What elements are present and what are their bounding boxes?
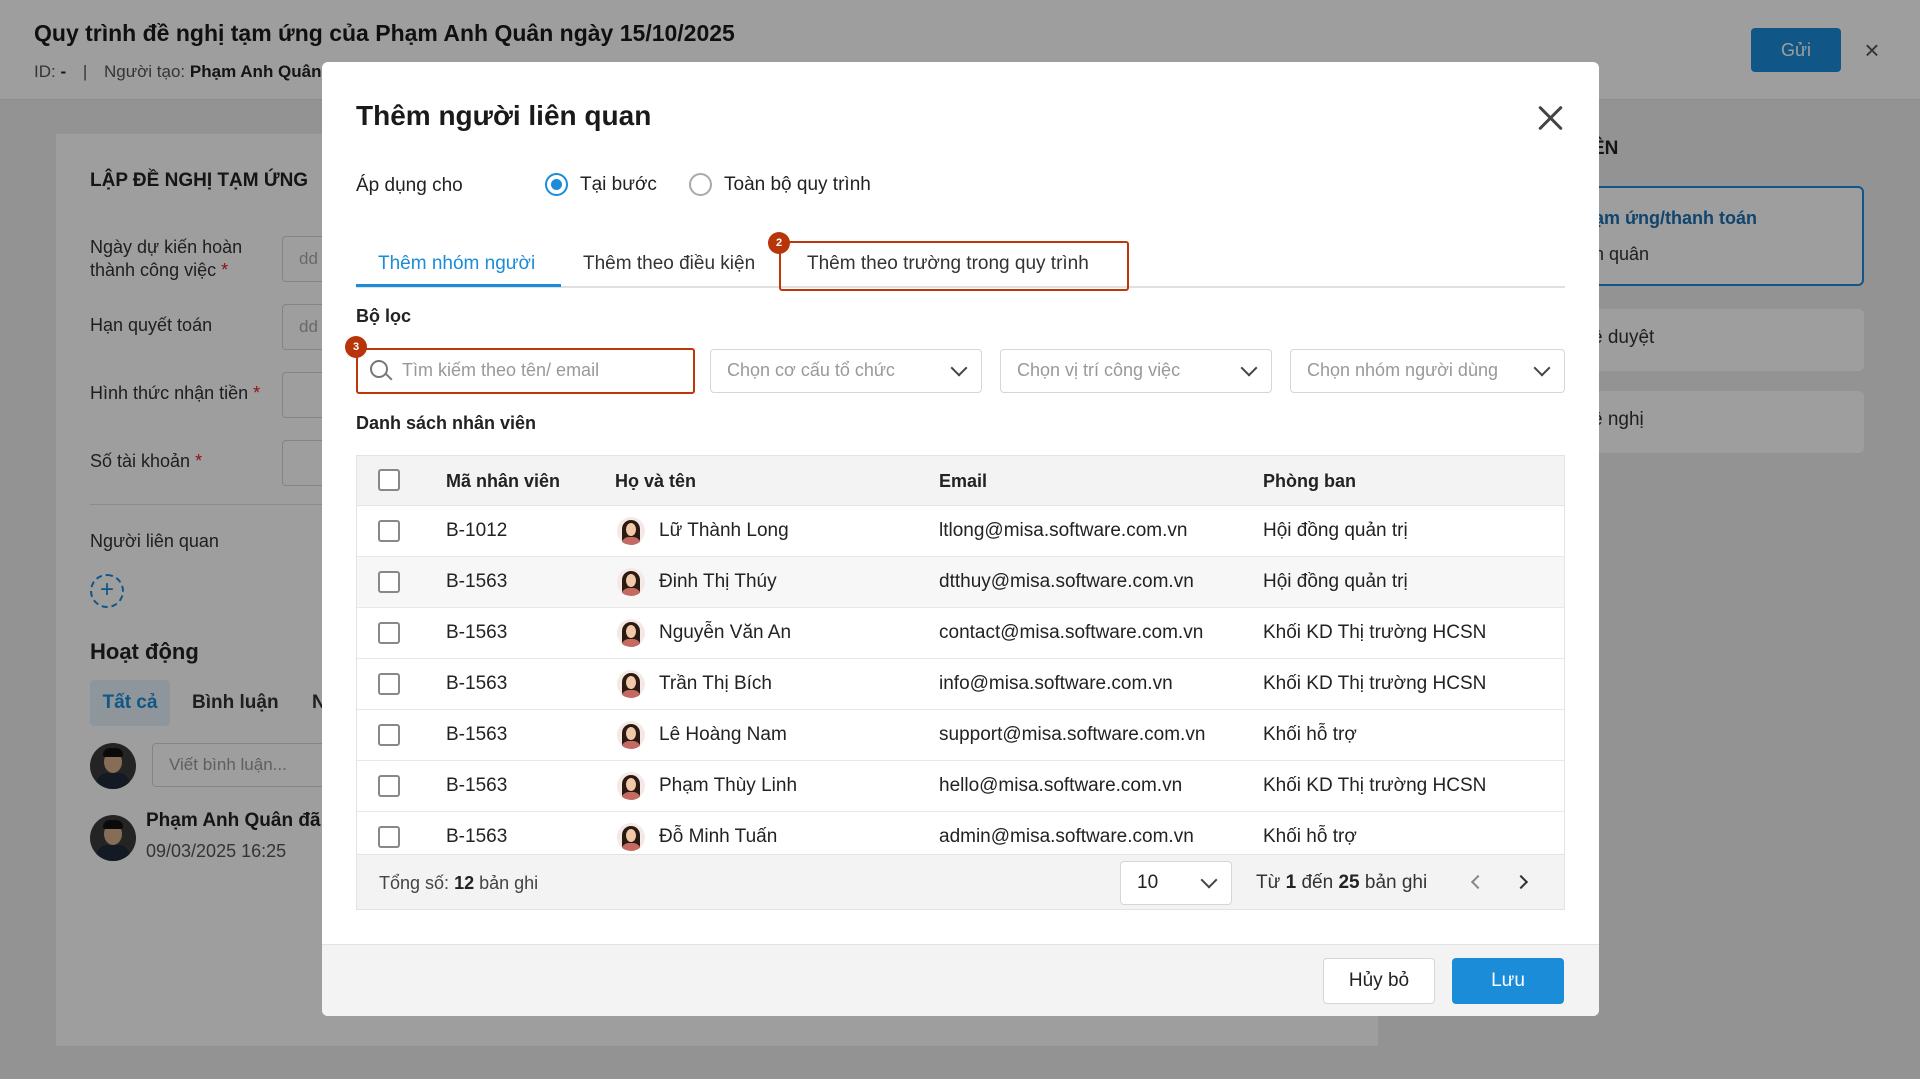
column-header-code: Mã nhân viên <box>446 471 561 491</box>
radio-whole-process[interactable]: Toàn bộ quy trình <box>689 173 871 196</box>
org-structure-select[interactable]: Chọn cơ cấu tổ chức <box>710 349 982 393</box>
page-size-select[interactable]: 10 <box>1120 861 1232 905</box>
record-range: Từ 1 đến 25 bản ghi <box>1256 872 1428 893</box>
user-group-select[interactable]: Chọn nhóm người dùng <box>1290 349 1565 393</box>
chevron-down-icon <box>1533 359 1551 377</box>
cell-department: Khối KD Thị trường HCSN <box>1263 775 1487 796</box>
add-related-people-modal: Thêm người liên quan Áp dụng cho Tại bướ… <box>322 62 1599 1016</box>
avatar <box>617 670 645 698</box>
table-row[interactable]: B-1563 Trần Thị Bích info@misa.software.… <box>357 659 1564 710</box>
cell-code: B-1563 <box>446 775 508 796</box>
cell-name: Phạm Thùy Linh <box>659 775 798 796</box>
tab-add-group[interactable]: Thêm nhóm người <box>378 242 535 286</box>
cell-email: dtthuy@misa.software.com.vn <box>939 571 1194 592</box>
cell-code: B-1563 <box>446 724 508 745</box>
search-input[interactable]: Tìm kiếm theo tên/ email <box>356 348 695 394</box>
save-button[interactable]: Lưu <box>1452 958 1564 1004</box>
table-row[interactable]: B-1563 Lê Hoàng Nam support@misa.softwar… <box>357 710 1564 761</box>
cell-department: Hội đồng quản trị <box>1263 571 1408 592</box>
table-footer: Tổng số: 12 bản ghi 10 Từ 1 đến 25 bản g… <box>357 854 1564 909</box>
cell-email: ltlong@misa.software.com.vn <box>939 520 1188 541</box>
row-checkbox[interactable] <box>378 520 400 542</box>
avatar <box>617 568 645 596</box>
employee-list-label: Danh sách nhân viên <box>356 413 537 433</box>
cell-name: Lữ Thành Long <box>659 520 789 541</box>
avatar <box>617 823 645 851</box>
total-records: Tổng số: 12 bản ghi <box>379 873 539 893</box>
row-checkbox[interactable] <box>378 724 400 746</box>
employee-table: Mã nhân viên Họ và tên Email Phòng ban B… <box>356 455 1565 910</box>
cell-department: Khối KD Thị trường HCSN <box>1263 622 1487 643</box>
cell-code: B-1563 <box>446 571 508 592</box>
table-row[interactable]: B-1563 Nguyễn Văn An contact@misa.softwa… <box>357 608 1564 659</box>
table-row[interactable]: B-1563 Phạm Thùy Linh hello@misa.softwar… <box>357 761 1564 812</box>
table-row[interactable]: B-1012 Lữ Thành Long ltlong@misa.softwar… <box>357 506 1564 557</box>
active-tab-indicator <box>356 284 561 287</box>
close-icon[interactable] <box>1532 100 1568 136</box>
cell-code: B-1563 <box>446 622 508 643</box>
cell-department: Hội đồng quản trị <box>1263 520 1408 541</box>
step-badge-3: 3 <box>345 336 367 358</box>
modal-footer: Hủy bỏ Lưu <box>322 944 1599 1016</box>
step-badge-2: 2 <box>768 232 790 254</box>
table-row[interactable]: B-1563 Đinh Thị Thúy dtthuy@misa.softwar… <box>357 557 1564 608</box>
row-checkbox[interactable] <box>378 673 400 695</box>
cell-email: info@misa.software.com.vn <box>939 673 1173 694</box>
chevron-down-icon <box>950 359 968 377</box>
cancel-button[interactable]: Hủy bỏ <box>1323 958 1435 1004</box>
radio-at-step[interactable]: Tại bước <box>545 173 657 196</box>
chevron-left-icon[interactable] <box>1470 874 1486 890</box>
cell-name: Trần Thị Bích <box>659 673 772 694</box>
avatar <box>617 619 645 647</box>
row-checkbox[interactable] <box>378 775 400 797</box>
filter-label: Bộ lọc <box>356 306 412 326</box>
cell-name: Nguyễn Văn An <box>659 622 792 643</box>
row-checkbox[interactable] <box>378 826 400 848</box>
cell-email: contact@misa.software.com.vn <box>939 622 1204 643</box>
avatar <box>617 772 645 800</box>
radio-checked-icon <box>545 173 568 196</box>
avatar <box>617 721 645 749</box>
avatar <box>617 517 645 545</box>
chevron-right-icon[interactable] <box>1513 874 1529 890</box>
tab-add-by-process-field[interactable]: Thêm theo trường trong quy trình <box>807 242 1089 286</box>
job-position-select[interactable]: Chọn vị trí công việc <box>1000 349 1272 393</box>
cell-name: Đinh Thị Thúy <box>659 571 777 592</box>
cell-code: B-1563 <box>446 673 508 694</box>
cell-email: hello@misa.software.com.vn <box>939 775 1183 796</box>
row-checkbox[interactable] <box>378 622 400 644</box>
cell-department: Khối hỗ trợ <box>1263 724 1357 745</box>
column-header-email: Email <box>939 471 988 491</box>
table-header: Mã nhân viên Họ và tên Email Phòng ban <box>357 456 1564 506</box>
cell-name: Lê Hoàng Nam <box>659 724 787 745</box>
apply-to-label: Áp dụng cho <box>356 175 463 196</box>
chevron-down-icon <box>1200 871 1218 889</box>
chevron-down-icon <box>1240 359 1258 377</box>
cell-department: Khối KD Thị trường HCSN <box>1263 673 1487 694</box>
select-all-checkbox[interactable] <box>378 469 400 491</box>
row-checkbox[interactable] <box>378 571 400 593</box>
tab-add-by-condition[interactable]: Thêm theo điều kiện <box>583 242 755 286</box>
cell-email: support@misa.software.com.vn <box>939 724 1206 745</box>
column-header-name: Họ và tên <box>615 471 697 491</box>
modal-title: Thêm người liên quan <box>356 100 652 131</box>
search-icon <box>370 360 388 378</box>
column-header-department: Phòng ban <box>1263 471 1356 491</box>
radio-unchecked-icon <box>689 173 712 196</box>
cell-code: B-1012 <box>446 520 508 541</box>
